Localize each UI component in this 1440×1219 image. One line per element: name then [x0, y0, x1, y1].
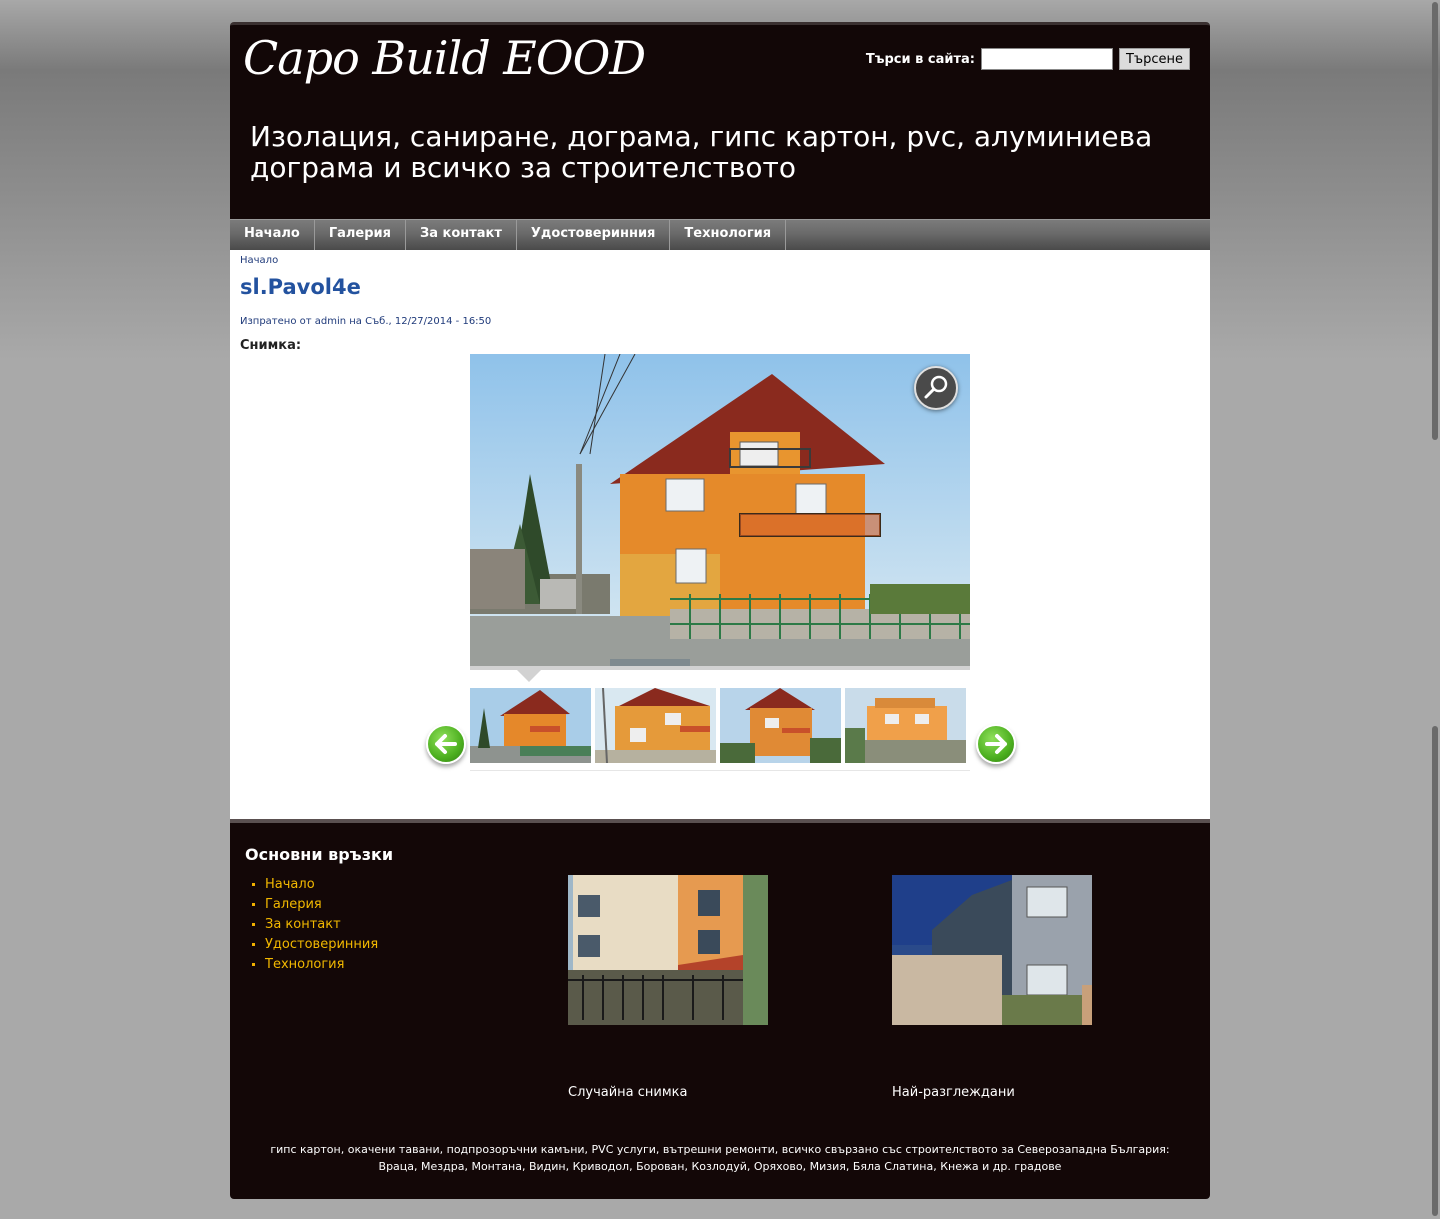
- search-label: Търси в сайта:: [865, 51, 975, 67]
- gallery-thumbnails: [470, 688, 970, 764]
- scrollbar-thumb-bottom[interactable]: [1432, 726, 1438, 1216]
- search-button[interactable]: Търсене: [1118, 48, 1190, 70]
- house-photo: [470, 354, 970, 666]
- site-name[interactable]: Capo Build EOOD: [243, 31, 646, 85]
- site-slogan: Изолация, саниране, дограма, гипс картон…: [250, 120, 1153, 184]
- breadcrumb[interactable]: Начало: [240, 255, 278, 266]
- footer-links-heading: Основни връзки: [245, 845, 394, 864]
- menu-item-technology[interactable]: Технология: [670, 220, 787, 250]
- bullet-icon: [252, 943, 255, 946]
- footer-link-item: Галерия: [252, 895, 378, 915]
- scrollbar-thumb-top[interactable]: [1432, 2, 1438, 440]
- search-form: Търси в сайта: Търсене: [866, 48, 1190, 70]
- most-viewed-image: [892, 875, 1092, 1025]
- zoom-button[interactable]: [914, 366, 958, 410]
- footer-link-contact[interactable]: За контакт: [265, 917, 341, 932]
- gallery-main-image[interactable]: [470, 354, 970, 666]
- menu-item-home[interactable]: Начало: [230, 220, 315, 250]
- page-wrapper: Capo Build EOOD Търси в сайта: Търсене И…: [230, 22, 1210, 1199]
- footer-link-item: За контакт: [252, 915, 378, 935]
- bullet-icon: [252, 963, 255, 966]
- gallery-next-button[interactable]: [976, 724, 1016, 764]
- page-title: sl.Pavol4e: [240, 275, 361, 299]
- menu-item-gallery[interactable]: Галерия: [315, 220, 406, 250]
- submitted-info: Изпратено от admin на Съб., 12/27/2014 -…: [240, 316, 492, 327]
- footer-link-certificates[interactable]: Удостоверинния: [265, 937, 378, 952]
- bullet-icon: [252, 883, 255, 886]
- footer-link-item: Удостоверинния: [252, 935, 378, 955]
- arrow-left-icon: [435, 734, 457, 754]
- random-photo-image: [568, 875, 768, 1025]
- thumbnail-image: [595, 688, 716, 764]
- footer-link-item: Начало: [252, 875, 378, 895]
- random-photo[interactable]: [568, 875, 768, 1025]
- thumbnails-underline: [470, 770, 970, 771]
- main-menu: Начало Галерия За контакт Удостоверинния…: [230, 219, 1210, 250]
- gallery-prev-button[interactable]: [426, 724, 466, 764]
- menu-item-contact[interactable]: За контакт: [406, 220, 517, 250]
- gallery-thumbnail[interactable]: [595, 688, 716, 764]
- magnifier-icon: [924, 375, 948, 399]
- gallery-thumbnail[interactable]: [845, 688, 966, 763]
- footer-links-list: Начало Галерия За контакт Удостоверинния…: [252, 875, 378, 975]
- bullet-icon: [252, 903, 255, 906]
- footer-link-technology[interactable]: Технология: [265, 957, 344, 972]
- most-viewed-title: Най-разглеждани: [892, 1085, 1015, 1100]
- gallery-thumbnail[interactable]: [470, 688, 591, 763]
- menu-item-certificates[interactable]: Удостоверинния: [517, 220, 671, 250]
- footer-message: гипс картон, окачени тавани, подпрозоръч…: [270, 1143, 1170, 1173]
- gallery-thumbnail[interactable]: [720, 688, 841, 763]
- window-scrollbar[interactable]: [1429, 0, 1440, 1219]
- main-content: Начало sl.Pavol4e Изпратено от admin на …: [230, 250, 1210, 819]
- bullet-icon: [252, 923, 255, 926]
- site-header: Capo Build EOOD Търси в сайта: Търсене И…: [230, 22, 1210, 219]
- footer-link-gallery[interactable]: Галерия: [265, 897, 322, 912]
- gallery-divider: [470, 666, 970, 670]
- thumbnail-image: [845, 688, 966, 763]
- arrow-right-icon: [985, 734, 1007, 754]
- thumbnail-image: [720, 688, 841, 763]
- search-input[interactable]: [980, 48, 1113, 70]
- footer-link-home[interactable]: Начало: [265, 877, 315, 892]
- footer-link-item: Технология: [252, 955, 378, 975]
- random-photo-title: Случайна снимка: [568, 1085, 688, 1100]
- gallery-active-pointer: [517, 670, 541, 682]
- thumbnail-image: [470, 688, 591, 763]
- site-footer: Основни връзки Начало Галерия За контакт…: [230, 819, 1210, 1199]
- most-viewed-photo[interactable]: [892, 875, 1092, 1025]
- photo-field-label: Снимка:: [240, 338, 302, 353]
